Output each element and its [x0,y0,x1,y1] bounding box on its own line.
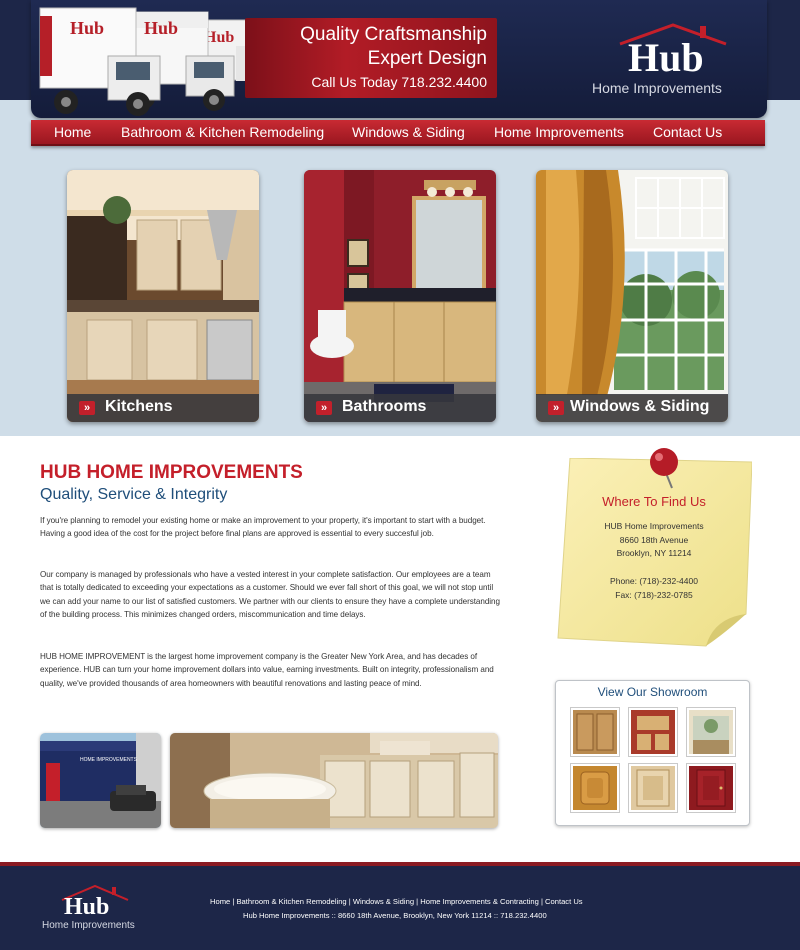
pushpin-icon [650,448,678,489]
bathroom-tub-photo [170,733,498,828]
double-chevron-right-icon: » [79,401,95,415]
truck-logo-text: Hub [70,18,104,38]
card-label: Kitchens [105,398,173,415]
find-us-fax: Fax: (718)-232-0785 [615,590,693,600]
card-caption-bar: » Bathrooms [304,394,496,422]
page-title: HUB HOME IMPROVEMENTS [40,462,303,483]
showroom-thumb[interactable] [628,763,678,813]
team-paragraph: Our company is managed by professionals … [40,570,500,619]
window-photo [536,170,728,422]
nav-bathroom-kitchen-remodeling[interactable]: Bathroom & Kitchen Remodeling [121,124,324,140]
svg-text:HOME IMPROVEMENTS: HOME IMPROVEMENTS [80,757,138,763]
nav-contact-us[interactable]: Contact Us [653,124,722,140]
showroom-thumb[interactable] [570,763,620,813]
card-caption-bar: » Kitchens [67,394,259,422]
showroom-thumb[interactable] [628,707,678,757]
footer-link-bathroom-kitchen[interactable]: Bathroom & Kitchen Remodeling [236,897,346,906]
intro-paragraph: If you're planning to remodel your exist… [40,516,486,539]
find-us-name: HUB Home Improvements [604,521,704,531]
feature-card-kitchens[interactable]: » Kitchens [67,170,259,422]
logo-name: Hub [628,35,704,80]
footer-link-home-improvements[interactable]: Home Improvements & Contracting [420,897,539,906]
promo-phone: Call Us Today 718.232.4400 [311,74,487,90]
double-chevron-right-icon: » [548,401,564,415]
footer-logo-name: Hub [64,894,110,920]
footer-link-home[interactable]: Home [210,897,230,906]
find-us-title: Where To Find Us [602,494,706,509]
footer-address: Hub Home Improvements :: 8660 18th Avenu… [243,911,547,920]
page-subtitle: Quality, Service & Integrity [40,486,228,503]
promo-banner: Quality Craftsmanship Expert Design Call… [245,18,497,98]
nav-windows-siding[interactable]: Windows & Siding [352,124,465,140]
card-label: Windows & Siding [570,398,710,415]
bathroom-photo [304,170,496,422]
showroom-thumb[interactable] [570,707,620,757]
hub-logo[interactable]: Hub Home Improvements [590,22,760,100]
footer-links: Home | Bathroom & Kitchen Remodeling | W… [210,897,583,906]
feature-card-bathrooms[interactable]: » Bathrooms [304,170,496,422]
card-label: Bathrooms [342,398,427,415]
main-nav: Home Bathroom & Kitchen Remodeling Windo… [31,120,765,146]
storefront-photo: HOME IMPROVEMENTS [40,733,161,828]
truck-logo-text: Hub [144,18,178,38]
find-us-city: Brooklyn, NY 11214 [616,548,692,558]
double-chevron-right-icon: » [316,401,332,415]
kitchen-photo [67,170,259,422]
promo-subheadline: Expert Design [367,48,487,69]
promo-headline: Quality Craftsmanship [300,24,487,45]
showroom-title[interactable]: View Our Showroom [555,685,750,699]
footer-logo-tagline: Home Improvements [42,920,135,931]
footer-logo[interactable]: Hub Home Improvements [40,884,150,936]
truck-logo-text: Hub [204,29,234,46]
nav-home[interactable]: Home [54,124,91,140]
feature-card-windows-siding[interactable]: » Windows & Siding [536,170,728,422]
find-us-street: 8660 18th Avenue [619,535,689,545]
footer-link-contact-us[interactable]: Contact Us [545,897,583,906]
footer-link-windows-siding[interactable]: Windows & Siding [353,897,414,906]
showroom-thumb[interactable] [686,763,736,813]
showroom-thumb[interactable] [686,707,736,757]
card-caption-bar: » Windows & Siding [536,394,728,422]
experience-paragraph: HUB HOME IMPROVEMENT is the largest home… [40,652,494,688]
logo-tagline: Home Improvements [592,80,722,96]
find-us-phone: Phone: (718)-232-4400 [610,576,698,586]
nav-home-improvements[interactable]: Home Improvements [494,124,624,140]
